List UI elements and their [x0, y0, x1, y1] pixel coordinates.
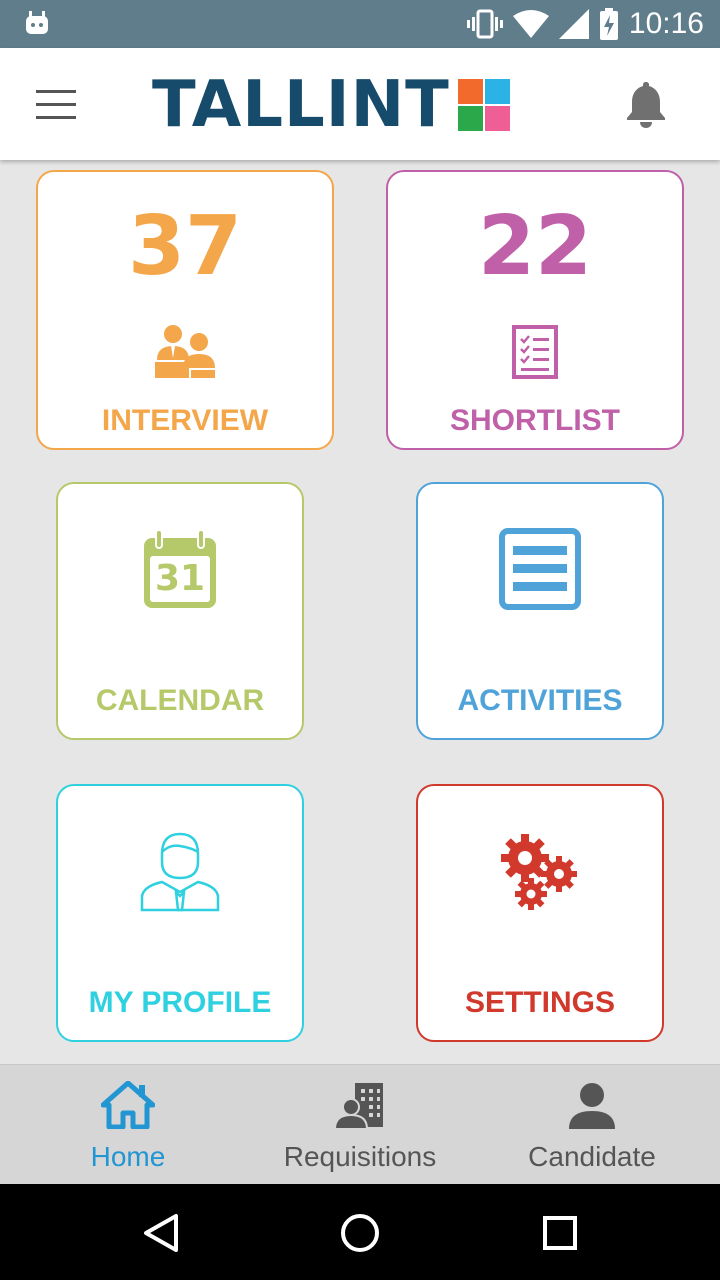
person-icon	[569, 1083, 615, 1129]
settings-tile[interactable]: SETTINGS	[416, 784, 664, 1042]
activities-label: ACTIVITIES	[457, 684, 623, 717]
activities-list-icon	[499, 528, 581, 610]
settings-label: SETTINGS	[464, 986, 615, 1019]
my-profile-label: MY PROFILE	[88, 986, 272, 1019]
shortlist-label: SHORTLIST	[450, 404, 620, 437]
activities-tile[interactable]: ACTIVITIES	[416, 482, 664, 740]
cell-signal-icon	[558, 9, 589, 39]
nav-home[interactable]: Home	[8, 1065, 248, 1185]
calendar-icon: 31	[140, 528, 220, 612]
system-navigation-bar	[0, 1184, 720, 1280]
shortlist-tile[interactable]: 22 SHORTLIST	[386, 170, 684, 450]
calendar-label: CALENDAR	[95, 684, 265, 717]
battery-charging-icon	[599, 8, 618, 40]
app-bar: TALLINT	[0, 48, 720, 160]
back-icon[interactable]	[136, 1208, 186, 1258]
user-profile-icon	[140, 832, 220, 912]
calendar-tile[interactable]: 31 CALENDAR	[56, 482, 304, 740]
nav-candidate-label: Candidate	[528, 1141, 656, 1172]
clock-time: 10:16	[628, 7, 704, 40]
home-icon	[101, 1081, 155, 1129]
home-circle-icon[interactable]	[335, 1208, 385, 1258]
brand-logo: TALLINT	[152, 72, 510, 138]
brand-name: TALLINT	[152, 68, 450, 142]
interview-label: INTERVIEW	[101, 404, 269, 437]
wifi-icon	[512, 10, 549, 38]
interview-tile[interactable]: 37 INTERVIEW	[36, 170, 334, 450]
gears-icon	[501, 834, 577, 910]
nav-requisitions-label: Requisitions	[283, 1141, 437, 1172]
nav-candidate[interactable]: Candidate	[472, 1065, 712, 1185]
interview-people-icon	[155, 325, 215, 378]
shortlist-count: 22	[477, 199, 593, 294]
brand-squares-icon	[457, 79, 510, 131]
checklist-icon	[512, 325, 558, 379]
hamburger-menu-icon[interactable]	[30, 84, 82, 124]
status-bar: 10:16	[0, 0, 720, 48]
android-notification-icon	[26, 11, 48, 34]
my-profile-tile[interactable]: MY PROFILE	[56, 784, 304, 1042]
calendar-day: 31	[154, 558, 206, 599]
notification-bell-icon[interactable]	[620, 78, 672, 130]
nav-requisitions[interactable]: Requisitions	[240, 1065, 480, 1185]
interview-count: 37	[127, 199, 243, 294]
building-user-icon	[335, 1083, 383, 1129]
nav-home-label: Home	[90, 1141, 166, 1172]
bottom-navigation: Home Requisitions Candidate	[0, 1064, 720, 1184]
vibrate-icon	[466, 9, 503, 39]
recents-square-icon[interactable]	[535, 1208, 585, 1258]
